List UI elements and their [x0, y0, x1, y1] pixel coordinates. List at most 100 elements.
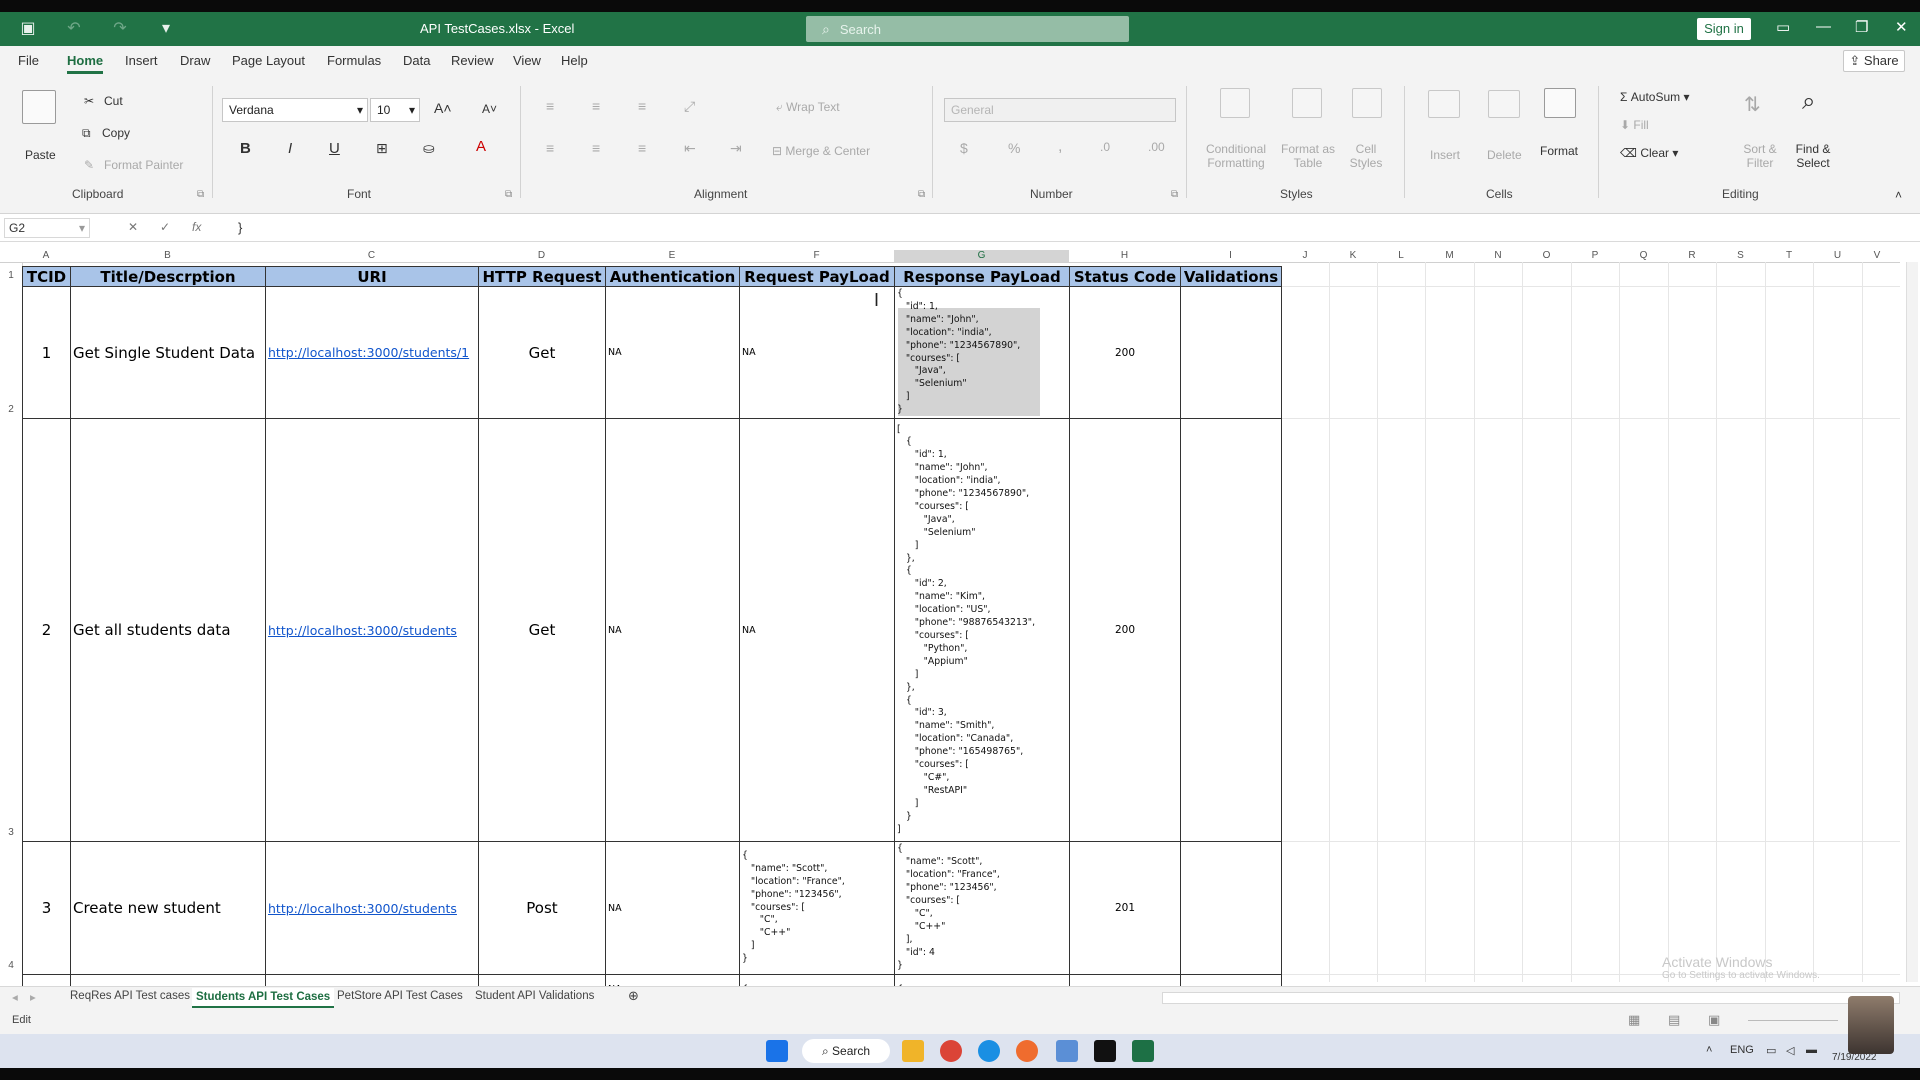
page-layout-view-icon[interactable]: ▤	[1668, 1012, 1680, 1028]
header-request-payload[interactable]: Request PayLoad	[739, 266, 895, 287]
battery-icon[interactable]: ▬	[1806, 1044, 1817, 1056]
borders-icon[interactable]: ⊞	[376, 140, 388, 157]
merge-center-button[interactable]: ⊟ Merge & Center	[772, 144, 870, 158]
align-bottom-icon[interactable]: ≡	[638, 98, 646, 114]
column-header-q[interactable]: Q	[1619, 250, 1668, 262]
start-icon[interactable]	[766, 1040, 788, 1062]
find-select-button[interactable]: Find & Select	[1790, 142, 1836, 170]
show-hidden-icons-icon[interactable]: ˄	[1706, 1044, 1712, 1056]
cell-request[interactable]: {	[739, 974, 895, 986]
header-title[interactable]: Title/Descrption	[70, 266, 266, 287]
align-right-icon[interactable]: ≡	[638, 140, 646, 156]
cell-status[interactable]: 201	[1069, 841, 1181, 975]
insert-cells-icon[interactable]	[1428, 90, 1460, 118]
cell-auth[interactable]: NA	[605, 974, 740, 986]
cell-uri[interactable]: http://localhost:3000/students	[265, 418, 479, 842]
vertical-scrollbar[interactable]	[1906, 262, 1918, 982]
clear-button[interactable]: ⌫ Clear ▾	[1620, 146, 1678, 160]
sheet-tab-validations[interactable]: Student API Validations	[475, 990, 594, 1002]
tab-formulas[interactable]: Formulas	[327, 53, 381, 68]
file-explorer-icon[interactable]	[902, 1040, 924, 1062]
align-middle-icon[interactable]: ≡	[592, 98, 600, 114]
bold-button[interactable]: B	[240, 140, 251, 157]
cell-request[interactable]: { "name": "Scott", "location": "France",…	[739, 841, 895, 975]
tab-data[interactable]: Data	[403, 53, 430, 68]
cell-response[interactable]: { "name": "Scott", "location": "France",…	[894, 841, 1070, 975]
close-icon[interactable]: ✕	[1895, 18, 1908, 36]
clipboard-launcher-icon[interactable]: ⧉	[197, 189, 204, 200]
enter-entry-icon[interactable]: ✓	[160, 220, 170, 234]
customize-quick-access-icon[interactable]: ▾	[156, 18, 176, 38]
format-cells-button[interactable]: Format	[1540, 144, 1578, 158]
align-center-icon[interactable]: ≡	[592, 140, 600, 156]
paste-icon[interactable]	[22, 90, 56, 124]
name-box[interactable]: G2 ▾	[4, 218, 90, 238]
column-header-f[interactable]: F	[739, 250, 894, 262]
share-button[interactable]: ⇪ Share	[1843, 50, 1905, 72]
cell-styles-button[interactable]: Cell Styles	[1346, 142, 1386, 170]
align-left-icon[interactable]: ≡	[546, 140, 554, 156]
column-header-j[interactable]: J	[1281, 250, 1329, 262]
normal-view-icon[interactable]: ▦	[1628, 1012, 1640, 1028]
format-painter-icon[interactable]: ✎	[84, 158, 94, 172]
sheet-tab-students[interactable]: Students API Test Cases	[192, 988, 335, 1008]
worksheet-grid[interactable]: A B C D E F G H I J K L M N O P Q R S T …	[0, 242, 1920, 986]
italic-button[interactable]: I	[288, 140, 292, 157]
column-header-s[interactable]: S	[1716, 250, 1765, 262]
conditional-formatting-button[interactable]: Conditional Formatting	[1204, 142, 1268, 170]
tab-page-layout[interactable]: Page Layout	[232, 53, 305, 68]
autosum-button[interactable]: Σ AutoSum ▾	[1620, 90, 1689, 104]
font-color-icon[interactable]: A	[476, 138, 486, 155]
column-header-p[interactable]: P	[1571, 250, 1619, 262]
row-header-4[interactable]: 4	[0, 960, 22, 971]
tab-file[interactable]: File	[18, 53, 39, 68]
cell-status[interactable]	[1069, 974, 1181, 986]
font-size-select[interactable]: 10 ▾	[370, 98, 420, 122]
sheet-tab-reqres[interactable]: ReqRes API Test cases	[70, 990, 190, 1002]
row-header-2[interactable]: 2	[0, 404, 22, 415]
cell-response[interactable]: [ { "id": 1, "name": "John", "location":…	[894, 418, 1070, 842]
column-header-v[interactable]: V	[1862, 250, 1892, 262]
column-header-b[interactable]: B	[70, 250, 265, 262]
percent-icon[interactable]: %	[1008, 140, 1020, 156]
copy-button[interactable]: Copy	[102, 126, 130, 140]
header-tcid[interactable]: TCID	[22, 266, 71, 287]
cell-response[interactable]: {	[894, 974, 1070, 986]
tab-home[interactable]: Home	[67, 53, 104, 74]
header-response-payload[interactable]: Response PayLoad	[894, 266, 1070, 287]
cell-tcid[interactable]: 1	[22, 286, 71, 419]
comma-icon[interactable]: ,	[1058, 138, 1062, 156]
column-header-r[interactable]: R	[1668, 250, 1716, 262]
cell-validations[interactable]	[1180, 418, 1282, 842]
tab-review[interactable]: Review	[451, 53, 494, 68]
cell-validations[interactable]	[1180, 286, 1282, 419]
column-header-a[interactable]: A	[22, 250, 70, 262]
column-header-h[interactable]: H	[1069, 250, 1180, 262]
wrap-text-button[interactable]: ⤶ Wrap Text	[776, 100, 840, 115]
horizontal-scrollbar[interactable]	[1162, 992, 1900, 1004]
header-status-code[interactable]: Status Code	[1069, 266, 1181, 287]
minimize-icon[interactable]: —	[1816, 18, 1831, 35]
sort-filter-icon[interactable]: ⇅	[1744, 92, 1761, 117]
cell-title[interactable]: Get Single Student Data	[70, 286, 266, 419]
number-launcher-icon[interactable]: ⧉	[1171, 189, 1178, 200]
excel-icon[interactable]	[1132, 1040, 1154, 1062]
language-indicator[interactable]: ENG	[1730, 1044, 1754, 1056]
cell-status[interactable]: 200	[1069, 286, 1181, 419]
cell-styles-icon[interactable]	[1352, 88, 1382, 118]
decrease-font-icon[interactable]: A˅	[482, 102, 497, 116]
cell-title[interactable]	[70, 974, 266, 986]
cell-uri[interactable]: http://localhost:3000/students	[265, 841, 479, 975]
tab-view[interactable]: View	[513, 53, 541, 68]
insert-function-icon[interactable]: fx	[192, 220, 201, 234]
header-http-request[interactable]: HTTP Request	[478, 266, 606, 287]
cell-title[interactable]: Create new student	[70, 841, 266, 975]
cell-response[interactable]: { "id": 1, "name": "John", "location": "…	[894, 286, 1070, 419]
cell-tcid[interactable]: 3	[22, 841, 71, 975]
collapse-ribbon-icon[interactable]: ˄	[1895, 188, 1902, 202]
conditional-formatting-icon[interactable]	[1220, 88, 1250, 118]
uri-link[interactable]: http://localhost:3000/students/1	[268, 345, 469, 360]
cell-tcid[interactable]: 2	[22, 418, 71, 842]
header-authentication[interactable]: Authentication	[605, 266, 740, 287]
add-sheet-icon[interactable]: ⊕	[628, 988, 639, 1004]
